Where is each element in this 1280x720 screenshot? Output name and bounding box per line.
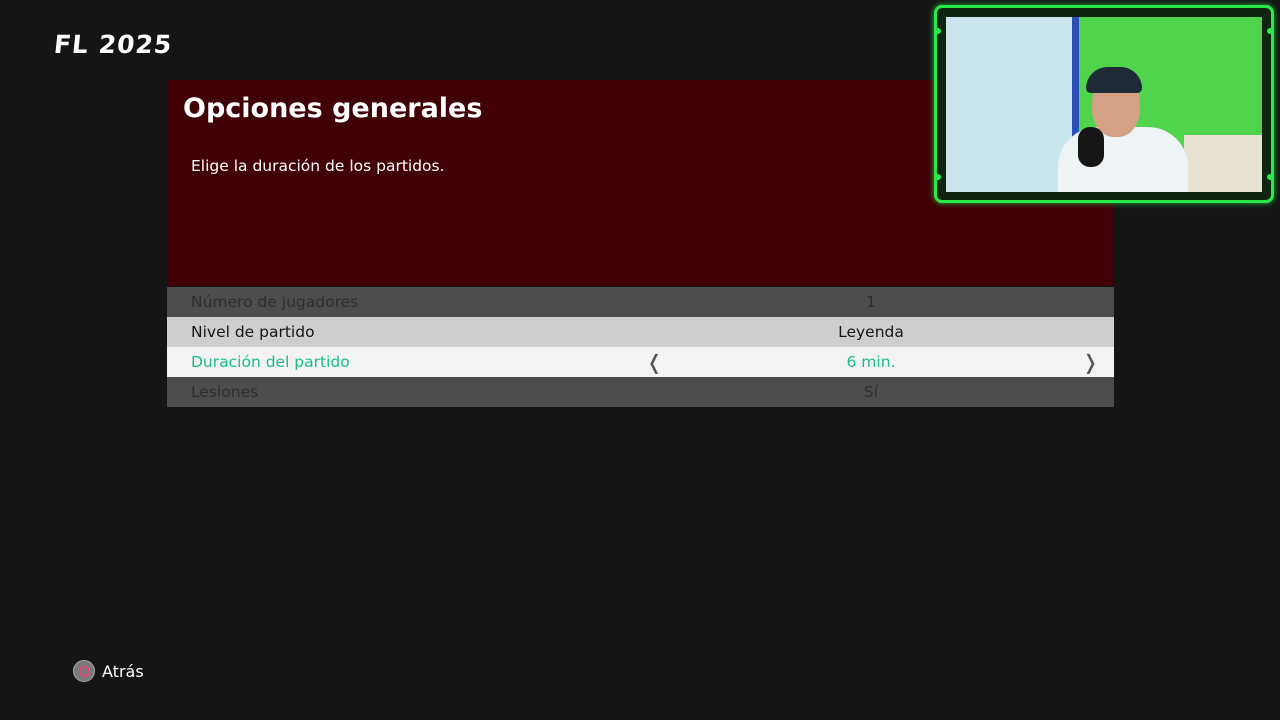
option-label: Nivel de partido	[191, 323, 315, 341]
option-label: Lesiones	[191, 383, 259, 401]
back-label: Atrás	[102, 661, 144, 681]
option-value: 1	[866, 293, 876, 311]
page-title: Opciones generales	[183, 93, 483, 124]
chevron-right-icon[interactable]: ❭	[1082, 347, 1099, 377]
circle-button-icon	[73, 660, 95, 682]
option-row-match-duration[interactable]: Duración del partido ❬ 6 min. ❭	[167, 347, 1114, 377]
frame-dot	[935, 28, 941, 34]
chevron-left-icon[interactable]: ❬	[646, 347, 663, 377]
option-label: Duración del partido	[191, 353, 350, 371]
option-row-injuries: Lesiones Sí	[167, 377, 1114, 407]
back-button[interactable]: Atrás	[73, 659, 144, 683]
option-row-number-of-players: Número de jugadores 1	[167, 287, 1114, 317]
frame-dot	[1267, 174, 1273, 180]
game-logo: FL 2025	[52, 30, 174, 59]
option-description: Elige la duración de los partidos.	[191, 157, 445, 175]
frame-dot	[935, 174, 941, 180]
option-value: Sí	[863, 383, 879, 401]
options-list: Número de jugadores 1 Nivel de partido L…	[167, 287, 1114, 407]
option-label: Número de jugadores	[191, 293, 359, 311]
option-row-match-level[interactable]: Nivel de partido Leyenda	[167, 317, 1114, 347]
webcam-video	[946, 17, 1262, 192]
option-value: 6 min.	[846, 353, 896, 371]
option-value: Leyenda	[838, 323, 904, 341]
microphone-icon	[1078, 127, 1104, 167]
webcam-overlay	[934, 5, 1274, 203]
frame-dot	[1267, 28, 1273, 34]
